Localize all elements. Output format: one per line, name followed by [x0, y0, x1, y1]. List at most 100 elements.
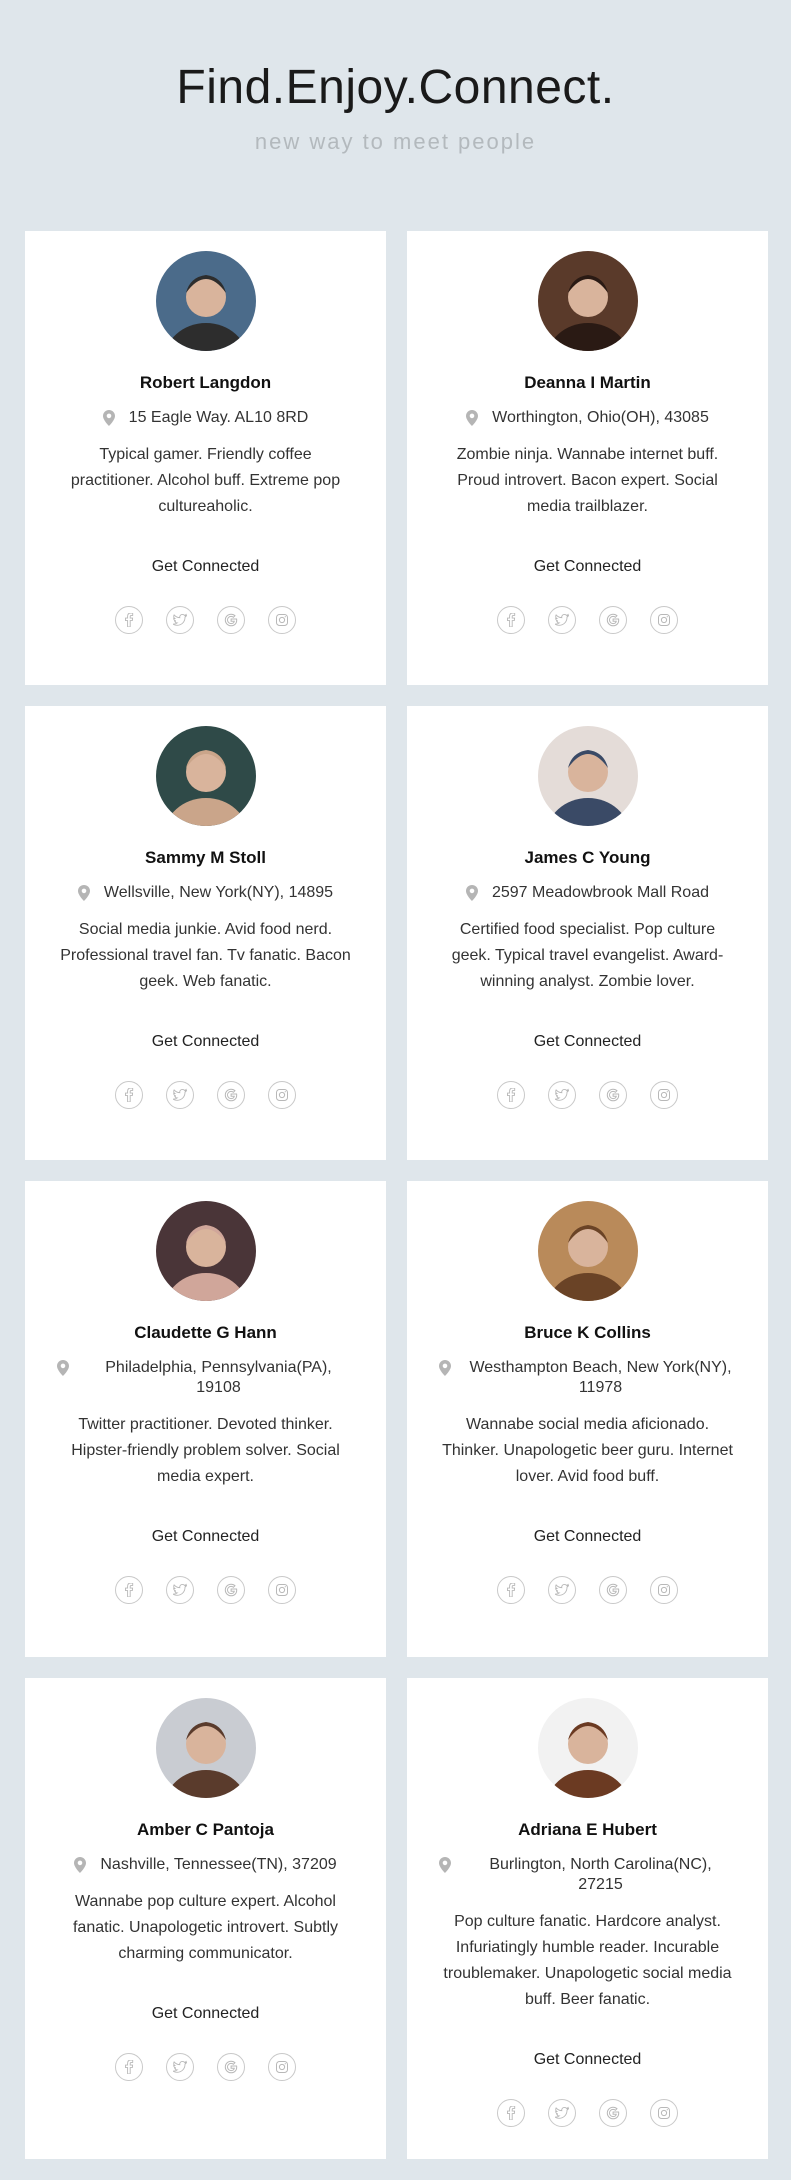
instagram-icon[interactable] — [268, 1081, 296, 1109]
profile-name: Amber C Pantoja — [137, 1820, 274, 1839]
profile-card: Deanna I Martin Worthington, Ohio(OH), 4… — [407, 231, 768, 685]
profile-name: Bruce K Collins — [524, 1323, 651, 1342]
instagram-icon[interactable] — [650, 1081, 678, 1109]
profile-bio: Twitter practitioner. Devoted thinker. H… — [71, 1416, 340, 1485]
instagram-icon[interactable] — [268, 606, 296, 634]
profile-grid: Robert Langdon 15 Eagle Way. AL10 8RD Ty… — [0, 231, 791, 2159]
instagram-icon[interactable] — [650, 2099, 678, 2127]
profile-card: Robert Langdon 15 Eagle Way. AL10 8RD Ty… — [25, 231, 386, 685]
profile-name: James C Young — [524, 848, 651, 867]
map-pin-icon — [466, 410, 479, 426]
profile-bio: Typical gamer. Friendly coffee practitio… — [70, 446, 341, 515]
profile-card: Adriana E Hubert Burlington, North Carol… — [407, 1678, 768, 2159]
twitter-icon[interactable] — [548, 1081, 576, 1109]
get-connected-button[interactable]: Get Connected — [152, 1528, 260, 1546]
facebook-icon[interactable] — [497, 1081, 525, 1109]
profile-bio: Zombie ninja. Wannabe internet buff. Pro… — [456, 446, 719, 515]
profile-card: Sammy M Stoll Wellsville, New York(NY), … — [25, 706, 386, 1160]
get-connected-button[interactable]: Get Connected — [534, 1033, 642, 1051]
instagram-icon[interactable] — [268, 1576, 296, 1604]
profile-location: Westhampton Beach, New York(NY), 11978 — [439, 1358, 736, 1398]
facebook-icon[interactable] — [115, 606, 143, 634]
social-links — [497, 1576, 678, 1604]
map-pin-icon — [465, 885, 478, 901]
social-links — [497, 2099, 678, 2127]
facebook-icon[interactable] — [497, 606, 525, 634]
instagram-icon[interactable] — [650, 1576, 678, 1604]
location-text: Philadelphia, Pennsylvania(PA), 19108 — [105, 1359, 332, 1396]
profile-name: Deanna I Martin — [524, 373, 651, 392]
get-connected-button[interactable]: Get Connected — [152, 2005, 260, 2023]
map-pin-icon — [74, 1857, 87, 1873]
profile-name: Adriana E Hubert — [518, 1820, 657, 1839]
location-text: Worthington, Ohio(OH), 43085 — [492, 409, 709, 426]
social-links — [115, 1576, 296, 1604]
avatar — [537, 251, 638, 351]
twitter-icon[interactable] — [166, 1576, 194, 1604]
get-connected-button[interactable]: Get Connected — [152, 558, 260, 576]
profile-location: Wellsville, New York(NY), 14895 — [77, 883, 334, 903]
location-text: 15 Eagle Way. AL10 8RD — [128, 409, 309, 426]
profile-location: 15 Eagle Way. AL10 8RD — [102, 408, 309, 428]
map-pin-icon — [77, 885, 90, 901]
avatar — [155, 726, 256, 826]
google-icon[interactable] — [599, 1081, 627, 1109]
google-icon[interactable] — [599, 1576, 627, 1604]
profile-bio: Certified food specialist. Pop culture g… — [451, 921, 724, 990]
twitter-icon[interactable] — [548, 606, 576, 634]
location-text: Burlington, North Carolina(NC), 27215 — [489, 1856, 712, 1893]
google-icon[interactable] — [217, 1081, 245, 1109]
location-text: Wellsville, New York(NY), 14895 — [103, 884, 334, 901]
location-text: Westhampton Beach, New York(NY), 11978 — [469, 1359, 732, 1396]
social-links — [115, 606, 296, 634]
avatar — [155, 1201, 256, 1301]
profile-bio: Social media junkie. Avid food nerd. Pro… — [60, 921, 351, 990]
profile-name: Robert Langdon — [139, 373, 272, 392]
avatar — [155, 251, 256, 351]
twitter-icon[interactable] — [166, 606, 194, 634]
social-links — [115, 1081, 296, 1109]
avatar — [537, 726, 638, 826]
facebook-icon[interactable] — [115, 1081, 143, 1109]
social-links — [115, 2053, 296, 2081]
profile-name: Sammy M Stoll — [145, 848, 266, 867]
facebook-icon[interactable] — [115, 1576, 143, 1604]
facebook-icon[interactable] — [497, 2099, 525, 2127]
map-pin-icon — [57, 1360, 69, 1376]
profile-location: Burlington, North Carolina(NC), 27215 — [439, 1855, 736, 1895]
instagram-icon[interactable] — [268, 2053, 296, 2081]
google-icon[interactable] — [217, 2053, 245, 2081]
profile-location: 2597 Meadowbrook Mall Road — [465, 883, 709, 903]
twitter-icon[interactable] — [548, 2099, 576, 2127]
twitter-icon[interactable] — [166, 2053, 194, 2081]
google-icon[interactable] — [217, 606, 245, 634]
map-pin-icon — [102, 410, 115, 426]
page-header: Find.Enjoy.Connect. new way to meet peop… — [0, 0, 791, 170]
page-subtitle: new way to meet people — [254, 129, 537, 154]
page-title: Find.Enjoy.Connect. — [176, 61, 615, 114]
profile-location: Worthington, Ohio(OH), 43085 — [466, 408, 709, 428]
get-connected-button[interactable]: Get Connected — [152, 1033, 260, 1051]
location-text: 2597 Meadowbrook Mall Road — [491, 884, 709, 901]
facebook-icon[interactable] — [497, 1576, 525, 1604]
google-icon[interactable] — [599, 2099, 627, 2127]
get-connected-button[interactable]: Get Connected — [534, 558, 642, 576]
profile-bio: Wannabe social media aficionado. Thinker… — [442, 1416, 733, 1485]
profile-location: Philadelphia, Pennsylvania(PA), 19108 — [57, 1358, 354, 1398]
google-icon[interactable] — [599, 606, 627, 634]
profile-bio: Pop culture fanatic. Hardcore analyst. I… — [443, 1913, 732, 2008]
social-links — [497, 1081, 678, 1109]
profile-location: Nashville, Tennessee(TN), 37209 — [74, 1855, 337, 1875]
social-links — [497, 606, 678, 634]
google-icon[interactable] — [217, 1576, 245, 1604]
instagram-icon[interactable] — [650, 606, 678, 634]
get-connected-button[interactable]: Get Connected — [534, 1528, 642, 1546]
twitter-icon[interactable] — [548, 1576, 576, 1604]
profile-card: James C Young 2597 Meadowbrook Mall Road… — [407, 706, 768, 1160]
profile-card: Bruce K Collins Westhampton Beach, New Y… — [407, 1181, 768, 1657]
get-connected-button[interactable]: Get Connected — [534, 2051, 642, 2069]
avatar — [155, 1698, 256, 1798]
facebook-icon[interactable] — [115, 2053, 143, 2081]
twitter-icon[interactable] — [166, 1081, 194, 1109]
map-pin-icon — [439, 1360, 451, 1376]
